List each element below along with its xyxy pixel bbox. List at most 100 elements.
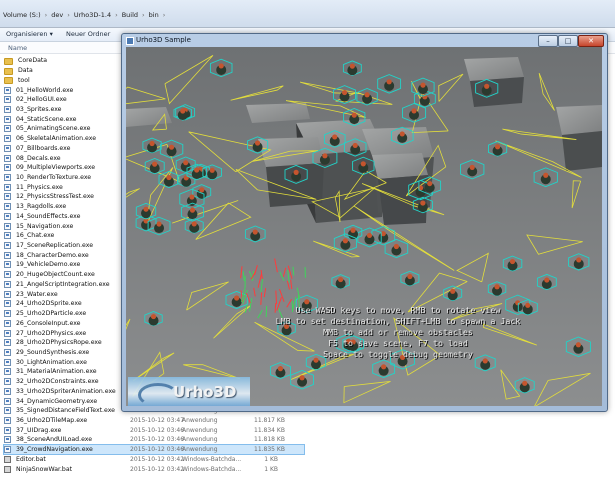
- minimize-button[interactable]: –: [538, 35, 558, 47]
- exe-icon: [4, 280, 11, 288]
- file-type: Windows-Batchda...: [182, 465, 242, 473]
- exe-icon: [4, 348, 11, 356]
- agent-head: [351, 112, 357, 118]
- agent-head: [150, 313, 157, 320]
- exe-icon: [4, 339, 11, 347]
- agent-head: [149, 140, 155, 147]
- box-side: [470, 77, 524, 107]
- file-size: 11.835 KB: [254, 446, 285, 454]
- file-name: 23_Water.exe: [16, 290, 58, 298]
- folder-icon: [4, 57, 13, 65]
- agent-head: [332, 134, 338, 140]
- breadcrumb[interactable]: Volume (S:) › dev › Urho3D-1.4 › Build › bin…: [3, 10, 165, 20]
- file-row[interactable]: 38_SceneAndUILoad.exe 2015-10-12 03:46 Anw…: [4, 435, 304, 445]
- agent-head: [189, 207, 196, 213]
- agent-head: [509, 258, 516, 265]
- file-name: 35_SignedDistanceFieldText.exe: [16, 407, 115, 415]
- exe-icon: [4, 416, 11, 424]
- scene-viewport[interactable]: Use WASD keys to move, RMB to rotate vie…: [126, 47, 602, 406]
- logo-text: Urho3D: [173, 383, 237, 401]
- file-size: 11.834 KB: [254, 426, 285, 434]
- file-size: 1 KB: [264, 455, 278, 463]
- file-name: 33_Urho2DSpriterAnimation.exe: [16, 387, 116, 395]
- agent-head: [342, 238, 348, 244]
- file-name: 37_UIDrag.exe: [16, 426, 62, 434]
- file-name: tool: [18, 76, 30, 84]
- file-name: 08_Decals.exe: [16, 154, 61, 162]
- file-name: 06_SkeletalAnimation.exe: [16, 135, 97, 143]
- exe-icon: [4, 125, 11, 133]
- agent-head: [543, 172, 549, 178]
- file-row[interactable]: 36_Urho2DTileMap.exe 2015-10-12 03:47 Anwe…: [4, 416, 304, 426]
- exe-icon: [4, 329, 11, 337]
- exe-icon: [4, 135, 11, 143]
- hud-line: MMB to add or remove obstacles: [323, 327, 473, 337]
- file-name: 21_AngelScriptIntegration.exe: [16, 280, 110, 288]
- window-title: Urho3D Sample: [136, 36, 191, 44]
- exe-icon: [4, 154, 11, 162]
- agent-head: [349, 63, 355, 69]
- agent-head: [194, 167, 200, 173]
- exe-icon: [4, 193, 11, 201]
- exe-icon: [4, 358, 11, 366]
- file-name: NinjaSnowWar.bat: [16, 465, 73, 473]
- file-row[interactable]: Editor.bat 2015-10-12 03:42 Windows-Batchd…: [4, 455, 304, 465]
- exe-icon: [4, 368, 11, 376]
- file-name: 29_SoundSynthesis.exe: [16, 348, 90, 356]
- exe-icon: [4, 203, 11, 211]
- file-name: 25_Urho2DParticle.exe: [16, 310, 87, 318]
- exe-icon: [4, 407, 11, 415]
- agent-head: [522, 380, 528, 386]
- file-name: 19_VehicleDemo.exe: [16, 261, 81, 269]
- file-type: Windows-Batchda...: [182, 455, 242, 463]
- exe-icon: [4, 96, 11, 104]
- file-row[interactable]: NinjaSnowWar.bat 2015-10-12 03:42 Windows-…: [4, 464, 304, 474]
- exe-icon: [4, 387, 11, 395]
- breadcrumb-urho[interactable]: Urho3D-1.4: [74, 11, 111, 19]
- column-name[interactable]: Name: [8, 44, 27, 52]
- agent-head: [152, 161, 158, 167]
- close-button[interactable]: ✕: [578, 35, 604, 47]
- file-name: 02_HelloGUI.exe: [16, 96, 67, 104]
- file-type: Anwendung: [182, 436, 218, 444]
- file-type: Anwendung: [182, 446, 218, 454]
- file-row[interactable]: 39_CrowdNavigation.exe 2015-10-12 03:46 An…: [3, 443, 305, 456]
- exe-icon: [4, 446, 11, 454]
- agent-head: [575, 342, 581, 348]
- agent-head: [254, 140, 261, 146]
- breadcrumb-dev[interactable]: dev: [51, 11, 63, 19]
- agent-head: [352, 142, 358, 149]
- exe-icon: [4, 310, 11, 318]
- box-side: [562, 131, 602, 171]
- file-name: 20_HugeObjectCount.exe: [16, 271, 95, 279]
- agent-head: [183, 160, 189, 166]
- exe-icon: [4, 173, 11, 181]
- new-folder-button[interactable]: Neuer Ordner: [66, 30, 110, 38]
- exe-icon: [4, 397, 11, 405]
- agent-head: [420, 200, 426, 206]
- breadcrumb-bin[interactable]: bin: [149, 11, 159, 19]
- breadcrumb-volume[interactable]: Volume (S:): [3, 11, 41, 19]
- chevron-right-icon: ›: [162, 11, 166, 19]
- hud-line: F5 to save scene, F7 to load: [328, 338, 468, 348]
- agent-head: [299, 375, 305, 381]
- breadcrumb-build[interactable]: Build: [122, 11, 138, 19]
- address-bar[interactable]: Volume (S:) › dev › Urho3D-1.4 › Build › bin…: [0, 0, 615, 28]
- organize-button[interactable]: Organisieren ▾: [6, 30, 53, 38]
- file-size: 11.817 KB: [254, 416, 285, 424]
- agent-head: [293, 169, 299, 175]
- agent-head: [234, 295, 240, 301]
- urho3d-logo: Urho3D: [128, 377, 250, 406]
- file-row[interactable]: 37_UIDrag.exe 2015-10-12 03:46 Anwendung 11…: [4, 425, 304, 435]
- agent-head: [322, 153, 328, 159]
- agent-head: [450, 288, 456, 294]
- agent-head: [252, 229, 258, 235]
- urho3d-window[interactable]: Urho3D Sample – □ ✕ Use WASD keys to mov…: [121, 33, 608, 412]
- agent-head: [399, 131, 405, 137]
- exe-icon: [4, 378, 11, 386]
- chevron-right-icon: ›: [115, 11, 118, 19]
- box-top: [556, 105, 602, 135]
- maximize-button[interactable]: □: [558, 35, 578, 47]
- agent-head: [199, 187, 205, 193]
- file-name: 12_PhysicsStressTest.exe: [16, 193, 94, 201]
